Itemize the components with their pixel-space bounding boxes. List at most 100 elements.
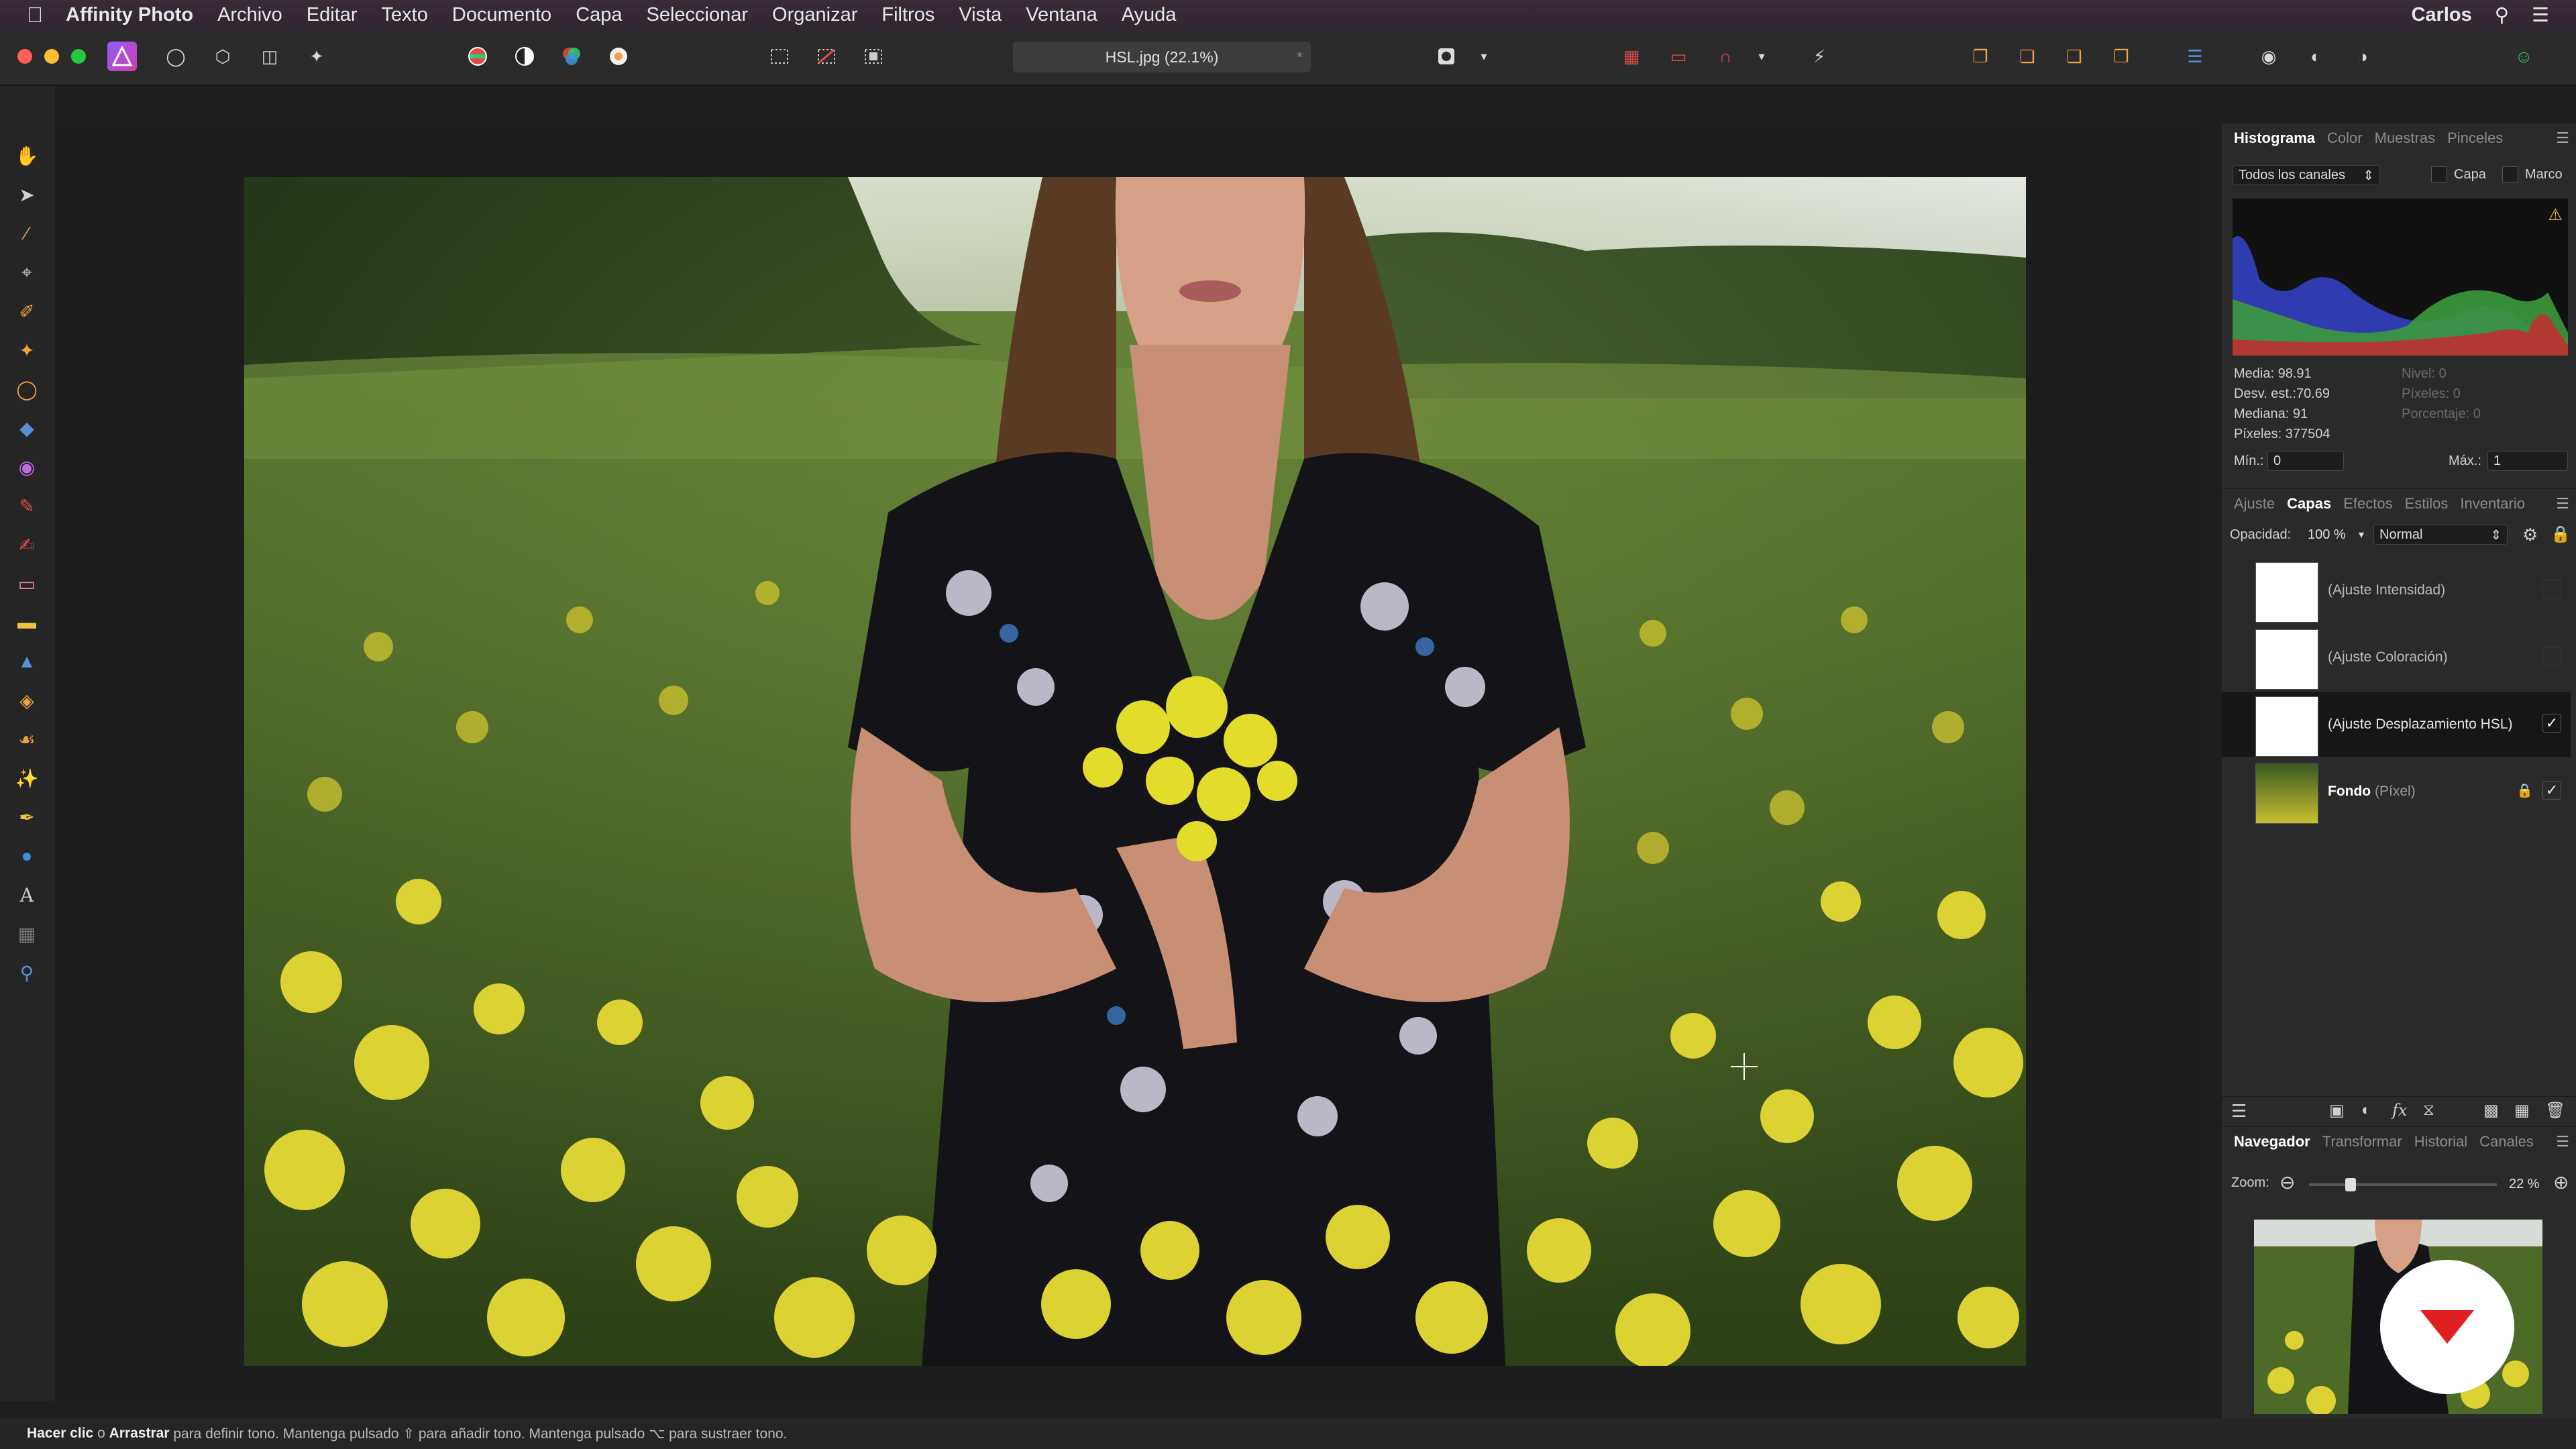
histogram-graph[interactable]: ⚠ <box>2233 199 2568 356</box>
zoom-out-icon[interactable]: ⊖ <box>2279 1171 2295 1193</box>
tab-capas[interactable]: Capas <box>2287 495 2331 513</box>
capa-checkbox[interactable] <box>2431 166 2447 182</box>
boolean-subtract-icon[interactable]: ◐ <box>2301 42 2330 71</box>
menu-documento[interactable]: Documento <box>452 4 551 26</box>
dodge-brush-tool-icon[interactable]: ▬ <box>13 609 40 636</box>
move-forward-one-icon[interactable]: ❑ <box>2059 42 2089 71</box>
boolean-intersect-icon[interactable]: ◑ <box>2348 42 2377 71</box>
zoom-value-field[interactable]: 22 % <box>2504 1174 2551 1194</box>
tab-histograma[interactable]: Histograma <box>2234 129 2315 147</box>
view-hand-tool-icon[interactable]: ✋ <box>13 142 40 169</box>
notification-list-icon[interactable]: ☰ <box>2532 3 2549 27</box>
blend-mode-select[interactable]: Normal ⇕ <box>2373 525 2508 545</box>
layer-visibility-checkbox[interactable]: ✓ <box>2542 714 2561 733</box>
account-user-icon[interactable]: ☺ <box>2509 42 2538 71</box>
zoom-slider-track[interactable] <box>2309 1178 2497 1191</box>
invert-selection-icon[interactable] <box>859 42 888 71</box>
tab-muestras[interactable]: Muestras <box>2375 129 2435 147</box>
document-tab[interactable]: HSL.jpg (22.1%) * <box>1013 42 1311 72</box>
opacity-field[interactable]: 100 % ▾ <box>2302 525 2367 545</box>
histogram-panel-menu-icon[interactable]: ☰ <box>2556 129 2569 147</box>
menu-app-name[interactable]: Affinity Photo <box>66 4 193 26</box>
document-tab-star[interactable]: * <box>1297 48 1303 66</box>
deselect-icon[interactable] <box>812 42 841 71</box>
add-group-folder-icon[interactable]: ▩ <box>2483 1101 2499 1120</box>
menu-vista[interactable]: Vista <box>959 4 1002 26</box>
layer-row[interactable]: Fondo (Píxel) 🔒 ✓ <box>2249 759 2571 824</box>
mesh-warp-tool-icon[interactable]: ▦ <box>13 920 40 947</box>
quick-mask-icon[interactable] <box>1432 42 1461 71</box>
layers-stack-icon[interactable]: ☰ <box>2231 1101 2247 1122</box>
spotlight-search-icon[interactable]: ⚲ <box>2495 3 2509 27</box>
layer-visibility-checkbox[interactable] <box>2542 580 2561 598</box>
marco-checkbox[interactable] <box>2502 166 2518 182</box>
auto-levels-icon[interactable] <box>463 42 492 71</box>
layer-settings-gear-icon[interactable]: ⚙ <box>2522 525 2538 545</box>
menu-editar[interactable]: Editar <box>307 4 358 26</box>
delete-layer-trash-icon[interactable]: 🗑 <box>2545 1101 2565 1120</box>
move-back-one-icon[interactable]: ❐ <box>1966 42 1995 71</box>
clone-brush-tool-icon[interactable]: ▲ <box>13 648 40 675</box>
layer-lock-icon[interactable]: 🔒 <box>2551 525 2571 544</box>
menu-archivo[interactable]: Archivo <box>217 4 282 26</box>
layer-row[interactable]: (Ajuste Coloración) <box>2249 625 2571 690</box>
tab-canales[interactable]: Canales <box>2479 1133 2534 1150</box>
boolean-add-icon[interactable]: ◉ <box>2254 42 2284 71</box>
pen-tool-icon[interactable]: ✒ <box>13 804 40 830</box>
move-to-front-icon[interactable]: ❒ <box>2106 42 2136 71</box>
liquify-persona-icon[interactable]: ◯ <box>161 42 191 71</box>
close-window-icon[interactable] <box>17 49 32 64</box>
menu-texto[interactable]: Texto <box>382 4 428 26</box>
navigator-preview[interactable] <box>2254 1220 2542 1414</box>
photo-persona-icon[interactable] <box>107 42 137 71</box>
menu-ventana[interactable]: Ventana <box>1026 4 1097 26</box>
auto-colors-icon[interactable] <box>557 42 586 71</box>
tab-inventario[interactable]: Inventario <box>2460 495 2525 513</box>
menu-ayuda[interactable]: Ayuda <box>1122 4 1177 26</box>
tab-efectos[interactable]: Efectos <box>2343 495 2392 513</box>
layer-row[interactable]: (Ajuste Intensidad) <box>2249 558 2571 623</box>
snapping-icon[interactable]: ▦ <box>1617 42 1646 71</box>
move-tool-icon[interactable]: ➤ <box>13 181 40 208</box>
paint-brush-tool-icon[interactable]: ✎ <box>13 492 40 519</box>
tab-color[interactable]: Color <box>2327 129 2363 147</box>
color-picker-tool-icon[interactable]: ⁄ <box>13 220 40 247</box>
flood-fill-tool-icon[interactable]: ◆ <box>13 415 40 441</box>
export-persona-icon[interactable]: ✦ <box>302 42 331 71</box>
tab-navegador[interactable]: Navegador <box>2234 1133 2310 1150</box>
lasso-tool-icon[interactable]: ◯ <box>13 376 40 402</box>
tab-pinceles[interactable]: Pinceles <box>2447 129 2503 147</box>
auto-white-balance-icon[interactable] <box>604 42 633 71</box>
shape-tool-icon[interactable]: ● <box>13 843 40 869</box>
zoom-slider-thumb[interactable] <box>2345 1178 2356 1191</box>
tab-estilos[interactable]: Estilos <box>2405 495 2449 513</box>
layer-row-selected[interactable]: (Ajuste Desplazamiento HSL) ✓ <box>2222 692 2571 757</box>
tab-transformar[interactable]: Transformar <box>2322 1133 2402 1150</box>
crop-tool-icon[interactable]: ⌖ <box>13 259 40 286</box>
inpainting-brush-tool-icon[interactable]: ✨ <box>13 765 40 792</box>
zoom-window-icon[interactable] <box>71 49 86 64</box>
layer-locked-icon[interactable]: 🔒 <box>2516 782 2533 799</box>
selection-rect-icon[interactable] <box>765 42 794 71</box>
color-replacement-brush-icon[interactable]: ✍ <box>13 531 40 558</box>
add-mask-icon[interactable]: ▣ <box>2329 1101 2345 1120</box>
gradient-tool-icon[interactable]: ◉ <box>13 453 40 480</box>
channel-select[interactable]: Todos los canales ⇕ <box>2233 165 2380 185</box>
selection-brush-tool-icon[interactable]: ✐ <box>13 298 40 325</box>
layer-fx-icon[interactable]: fx <box>2392 1101 2407 1120</box>
apple-icon[interactable]:  <box>27 3 43 28</box>
user-name[interactable]: Carlos <box>2411 4 2471 26</box>
add-pixel-layer-icon[interactable]: ▦ <box>2514 1101 2530 1120</box>
layer-visibility-checkbox[interactable]: ✓ <box>2542 781 2561 800</box>
auto-contrast-icon[interactable] <box>510 42 539 71</box>
zoom-tool-icon[interactable]: ⚲ <box>13 959 40 986</box>
navigator-panel-menu-icon[interactable]: ☰ <box>2556 1133 2569 1150</box>
erase-brush-tool-icon[interactable]: ▭ <box>13 570 40 597</box>
smudge-brush-tool-icon[interactable]: ☙ <box>13 726 40 753</box>
min-input[interactable]: 0 <box>2267 451 2344 471</box>
menu-seleccionar[interactable]: Seleccionar <box>647 4 749 26</box>
move-to-back-icon[interactable]: ❏ <box>2012 42 2042 71</box>
max-input[interactable]: 1 <box>2487 451 2568 471</box>
layers-panel-menu-icon[interactable]: ☰ <box>2556 495 2569 513</box>
assistant-icon[interactable]: ⚡ <box>1805 42 1834 71</box>
